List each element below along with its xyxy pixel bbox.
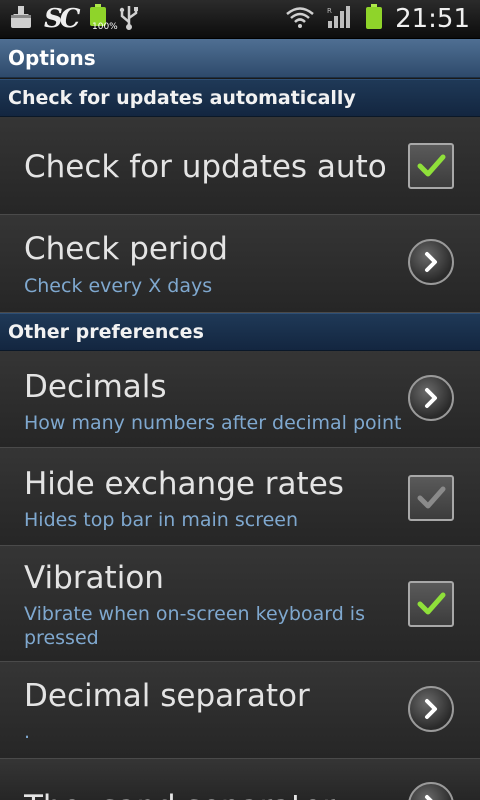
- pref-title: Check period: [24, 231, 228, 267]
- svg-text:R: R: [327, 7, 332, 15]
- chevron-right-icon[interactable]: [408, 239, 454, 285]
- status-bar: SC 100% R 21:51: [0, 0, 480, 39]
- pref-hide-exchange-rates[interactable]: Hide exchange rates Hides top bar in mai…: [0, 448, 480, 546]
- pref-vibration[interactable]: Vibration Vibrate when on-screen keyboar…: [0, 546, 480, 662]
- wifi-icon: [285, 6, 315, 32]
- clock: 21:51: [395, 4, 470, 34]
- pref-title: Thousand separator: [24, 789, 335, 800]
- pref-summary: .: [24, 721, 31, 743]
- sc-app-icon: SC: [44, 4, 81, 34]
- chevron-right-icon[interactable]: [408, 782, 454, 800]
- chevron-right-icon[interactable]: [408, 686, 454, 732]
- title-bar: Options: [0, 39, 480, 78]
- pref-check-updates[interactable]: Check for updates automatically: [0, 117, 480, 215]
- hide-exchange-rates-checkbox[interactable]: [408, 475, 454, 521]
- vibration-checkbox[interactable]: [408, 581, 454, 627]
- pref-check-period[interactable]: Check period Check every X days: [0, 215, 480, 313]
- battery-percent: 100%: [92, 22, 118, 32]
- pref-summary: Hides top bar in main screen: [24, 509, 299, 531]
- category-label: Other preferences: [8, 321, 204, 343]
- pref-decimal-separator[interactable]: Decimal separator .: [0, 662, 480, 759]
- pref-title: Hide exchange rates: [24, 466, 344, 502]
- page-title: Options: [8, 46, 96, 70]
- pref-summary-line1: Vibrate when on-screen keyboard is: [24, 603, 365, 625]
- pref-thousand-separator[interactable]: Thousand separator: [0, 759, 480, 800]
- battery-icon: [365, 4, 383, 34]
- category-label: Check for updates automatically: [8, 87, 356, 109]
- pref-title: Check for updates automatically: [24, 149, 386, 185]
- pref-title: Vibration: [24, 560, 164, 596]
- usb-icon: [119, 4, 139, 34]
- download-icon: [10, 5, 32, 33]
- checkmark-icon: [417, 486, 446, 509]
- category-header-updates: Check for updates automatically: [0, 79, 480, 117]
- check-updates-checkbox[interactable]: [408, 143, 454, 189]
- signal-icon: R: [327, 5, 353, 33]
- category-header-other: Other preferences: [0, 313, 480, 351]
- pref-summary-line2: pressed: [24, 627, 99, 649]
- pref-summary: How many numbers after decimal point: [24, 412, 402, 434]
- pref-title: Decimals: [24, 369, 167, 405]
- chevron-right-icon[interactable]: [408, 375, 454, 421]
- checkmark-icon: [417, 592, 446, 615]
- pref-title: Decimal separator: [24, 678, 310, 714]
- checkmark-icon: [417, 154, 446, 177]
- pref-decimals[interactable]: Decimals How many numbers after decimal …: [0, 351, 480, 448]
- pref-summary: Check every X days: [24, 275, 213, 297]
